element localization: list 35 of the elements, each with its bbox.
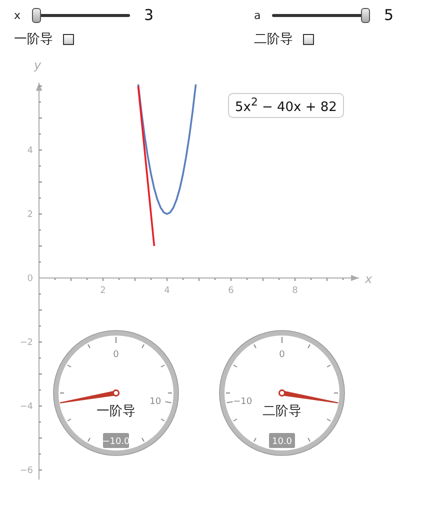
slider-value: 3: [144, 6, 154, 24]
tick-label: −2: [20, 338, 33, 348]
tick-label: −4: [20, 402, 33, 412]
tick-label: −6: [20, 466, 33, 476]
tick-label: 4: [27, 146, 33, 156]
gauge-tick-label: −10: [233, 396, 252, 407]
tick-label: 2: [100, 286, 106, 296]
axis-label: x: [365, 272, 372, 286]
axis-label: y: [34, 58, 42, 72]
tick-label: 4: [164, 286, 170, 296]
checkbox-label: 一阶导: [14, 31, 53, 48]
checkbox-label: 二阶导: [254, 31, 293, 48]
gauge-tick-label: 10: [150, 396, 162, 407]
checkbox[interactable]: [63, 34, 74, 44]
gauge-needle: [59, 389, 120, 404]
gauge-label: 二阶导: [262, 404, 302, 419]
slider-thumb[interactable]: [32, 8, 41, 22]
gauge-tick-label: 0: [279, 350, 285, 360]
gauge-needle: [278, 389, 339, 404]
value-badge: 10.0: [269, 433, 295, 448]
slider-thumb[interactable]: [361, 8, 370, 22]
slider-label: a: [254, 8, 262, 22]
formula-label: 5x$^{2}$ − 40x + 82: [228, 93, 344, 118]
tick-label: 0: [27, 274, 33, 284]
slider-label: x: [14, 8, 22, 22]
slider[interactable]: [272, 8, 370, 22]
tick-label: 2: [27, 210, 33, 220]
slider-value: 5: [384, 6, 394, 24]
value-badge: −10.0: [102, 433, 130, 448]
tick-label: 6: [228, 286, 234, 296]
gauge-label: 一阶导: [96, 404, 136, 419]
checkbox[interactable]: [303, 34, 314, 44]
slider[interactable]: [32, 8, 130, 22]
tick-label: 8: [292, 286, 298, 296]
gauge-tick-label: 0: [113, 350, 119, 360]
